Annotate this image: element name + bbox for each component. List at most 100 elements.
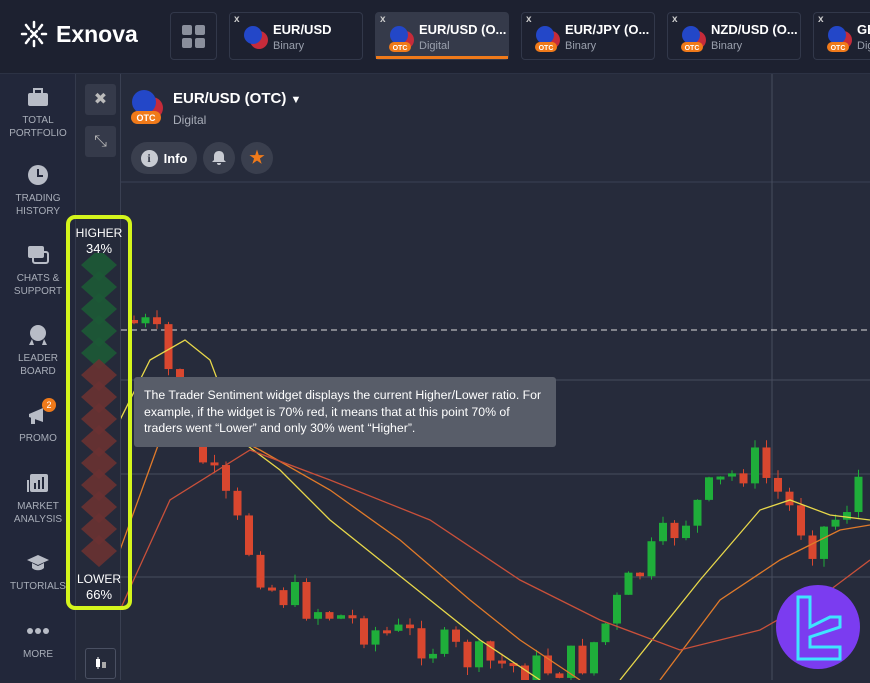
candle [417,628,426,659]
eur-usd-flag-icon: OTC [131,90,163,124]
tab-type: Binary [565,40,597,52]
candle [716,476,725,480]
candle [601,623,610,643]
candle [233,490,242,516]
candle [613,594,621,624]
candle [452,629,460,642]
candle [429,653,437,659]
svg-text:OTC: OTC [137,113,156,123]
lower-percent: 66% [85,587,113,602]
asset-tab[interactable]: x OTC NZD/USD (O... Binary [667,12,801,60]
candle [797,505,805,536]
candle [325,612,334,619]
sidebar-item[interactable]: 2 PROMO [0,398,76,445]
candle [762,447,771,478]
tab-name: GE [857,22,870,37]
close-tab-icon[interactable]: x [818,14,824,25]
sidebar-label: LEADER [17,353,58,364]
lower-label: LOWER [76,572,121,586]
candle [245,515,253,555]
close-tab-icon[interactable]: x [380,14,386,25]
candle [164,324,173,370]
caret-down-icon: ▼ [290,94,302,106]
sidebar-item[interactable]: LEADER BOARD [0,324,76,378]
bell-icon[interactable] [203,142,235,174]
tab-name: EUR/USD (O... [419,22,507,37]
candle [705,477,713,500]
tab-name: EUR/USD [273,22,332,37]
briefcase-icon [28,88,48,106]
candle [222,465,230,491]
sidebar-item[interactable]: TUTORIALS [0,552,76,593]
star-icon[interactable]: ★ [241,142,273,174]
candle-type-button[interactable] [85,648,116,679]
info-button[interactable]: i Info [131,142,197,174]
svg-text:OTC: OTC [831,45,846,52]
logo[interactable]: Exnova [20,20,138,48]
candle [831,519,840,527]
candle [567,645,575,678]
asset-tab[interactable]: x OTC EUR/USD (O... Digital [375,12,509,60]
sidebar-item[interactable]: TRADING HISTORY [0,164,76,218]
logo-text: Exnova [56,20,138,47]
candle [820,526,828,559]
candle [291,581,299,606]
lower-segment [81,535,117,567]
asset-tab[interactable]: x EUR/USD Binary [229,12,363,60]
sidebar-item[interactable]: TOTAL PORTFOLIO [0,86,76,140]
candle [751,447,759,484]
candle [774,477,782,492]
candle [210,462,219,466]
close-tab-icon[interactable]: x [234,14,240,25]
sentiment-tooltip: The Trader Sentiment widget displays the… [134,377,556,447]
candle [498,660,506,664]
candle [314,612,322,619]
close-chart-button[interactable]: ✖ [85,84,116,115]
higher-label: HIGHER [75,226,123,240]
close-tab-icon[interactable]: x [672,14,678,25]
sidebar-label: TRADING [15,193,61,204]
brand-watermark [776,585,860,669]
candle [153,317,161,325]
bar-chart-icon [27,474,48,492]
svg-text:OTC: OTC [685,45,700,52]
all-assets-button[interactable] [170,12,217,60]
sidebar-label: ANALYSIS [13,514,63,525]
collapse-icon[interactable]: ⤡ [85,126,116,157]
sidebar-item[interactable]: CHATS & SUPPORT [0,244,76,298]
asset-title[interactable]: EUR/USD (OTC) ▼ [173,90,301,107]
currency-flag-icon: OTC [535,26,560,52]
tab-type: Digital [419,40,450,52]
sidebar-label: SUPPORT [13,286,63,297]
candle [590,642,598,674]
close-tab-icon[interactable]: x [526,14,532,25]
candle [670,522,679,539]
candle [475,641,483,668]
currency-flag-icon [244,26,268,49]
sentiment-bar [81,253,117,567]
candle [268,587,276,591]
sidebar: TOTAL PORTFOLIO TRADING HISTORY CHATS & … [0,74,76,680]
sidebar-label: MORE [23,649,53,660]
currency-flag-icon: OTC [681,26,706,52]
sidebar-label: TUTORIALS [10,581,66,592]
tab-type: Binary [273,40,305,52]
candlestick-icon [95,657,106,669]
candle [647,541,656,577]
candle [302,581,311,619]
candle [555,673,564,678]
info-label: Info [163,150,188,166]
candle [383,630,391,634]
tab-type: Dig [857,40,870,52]
asset-tab[interactable]: x OTC GE Dig [813,12,870,60]
sidebar-label: PORTFOLIO [9,128,67,139]
candle [360,618,368,645]
graduation-cap-icon [27,555,49,571]
asset-header[interactable]: OTC EUR/USD (OTC) ▼ Digital [130,88,301,131]
sidebar-label: TOTAL [22,115,54,126]
candle [728,473,736,477]
candle [854,476,863,513]
sidebar-item[interactable]: MORE [0,620,76,661]
asset-tab[interactable]: x OTC EUR/JPY (O... Binary [521,12,655,60]
sidebar-item[interactable]: MARKET ANALYSIS [0,472,76,526]
